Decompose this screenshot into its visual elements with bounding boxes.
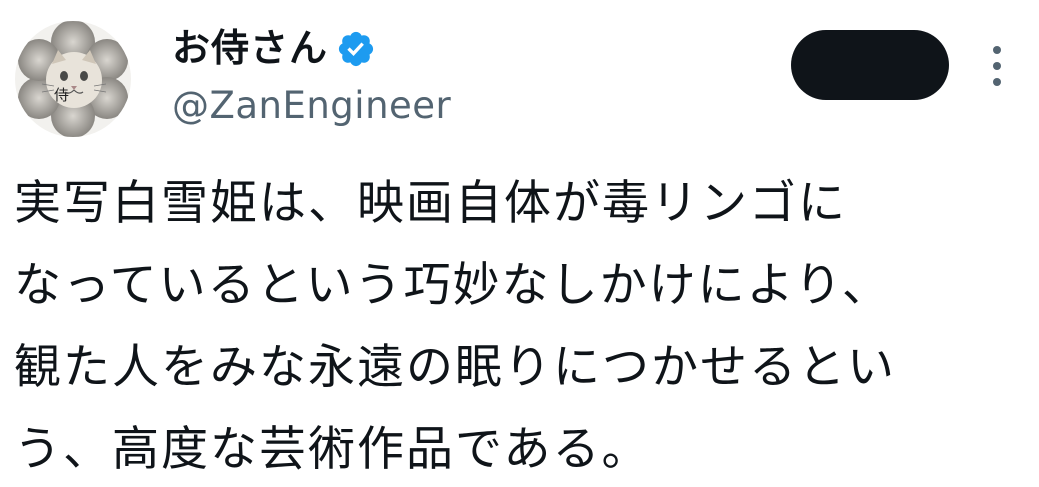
avatar-text: 侍 (54, 86, 69, 104)
tweet-card: 侍 お侍さん @ZanEngineer 実写白雪姫は、映画自体が毒リンゴに なっ… (0, 0, 1039, 487)
tweet-text-line: 実写白雪姫は、映画自体が毒リンゴに (14, 176, 847, 231)
tweet-text: 実写白雪姫は、映画自体が毒リンゴに なっているという巧妙なしかけにより、 観た人… (14, 163, 1024, 487)
avatar-image: 侍 (15, 21, 131, 137)
tweet-text-line: なっているという巧妙なしかけにより、 (14, 258, 891, 313)
author-block: お侍さん @ZanEngineer (172, 22, 451, 132)
follow-button[interactable] (791, 30, 949, 100)
tweet-text-line: 観た人をみな永遠の眠りにつかせるとい (14, 340, 896, 395)
more-options-icon[interactable] (980, 42, 1014, 90)
tweet-text-line: う、高度な芸術作品である。 (14, 422, 651, 477)
avatar[interactable]: 侍 (14, 20, 132, 138)
display-name[interactable]: お侍さん (172, 22, 328, 74)
verified-badge-icon (336, 29, 376, 69)
user-handle[interactable]: @ZanEngineer (172, 80, 451, 132)
name-row: お侍さん (172, 22, 451, 74)
